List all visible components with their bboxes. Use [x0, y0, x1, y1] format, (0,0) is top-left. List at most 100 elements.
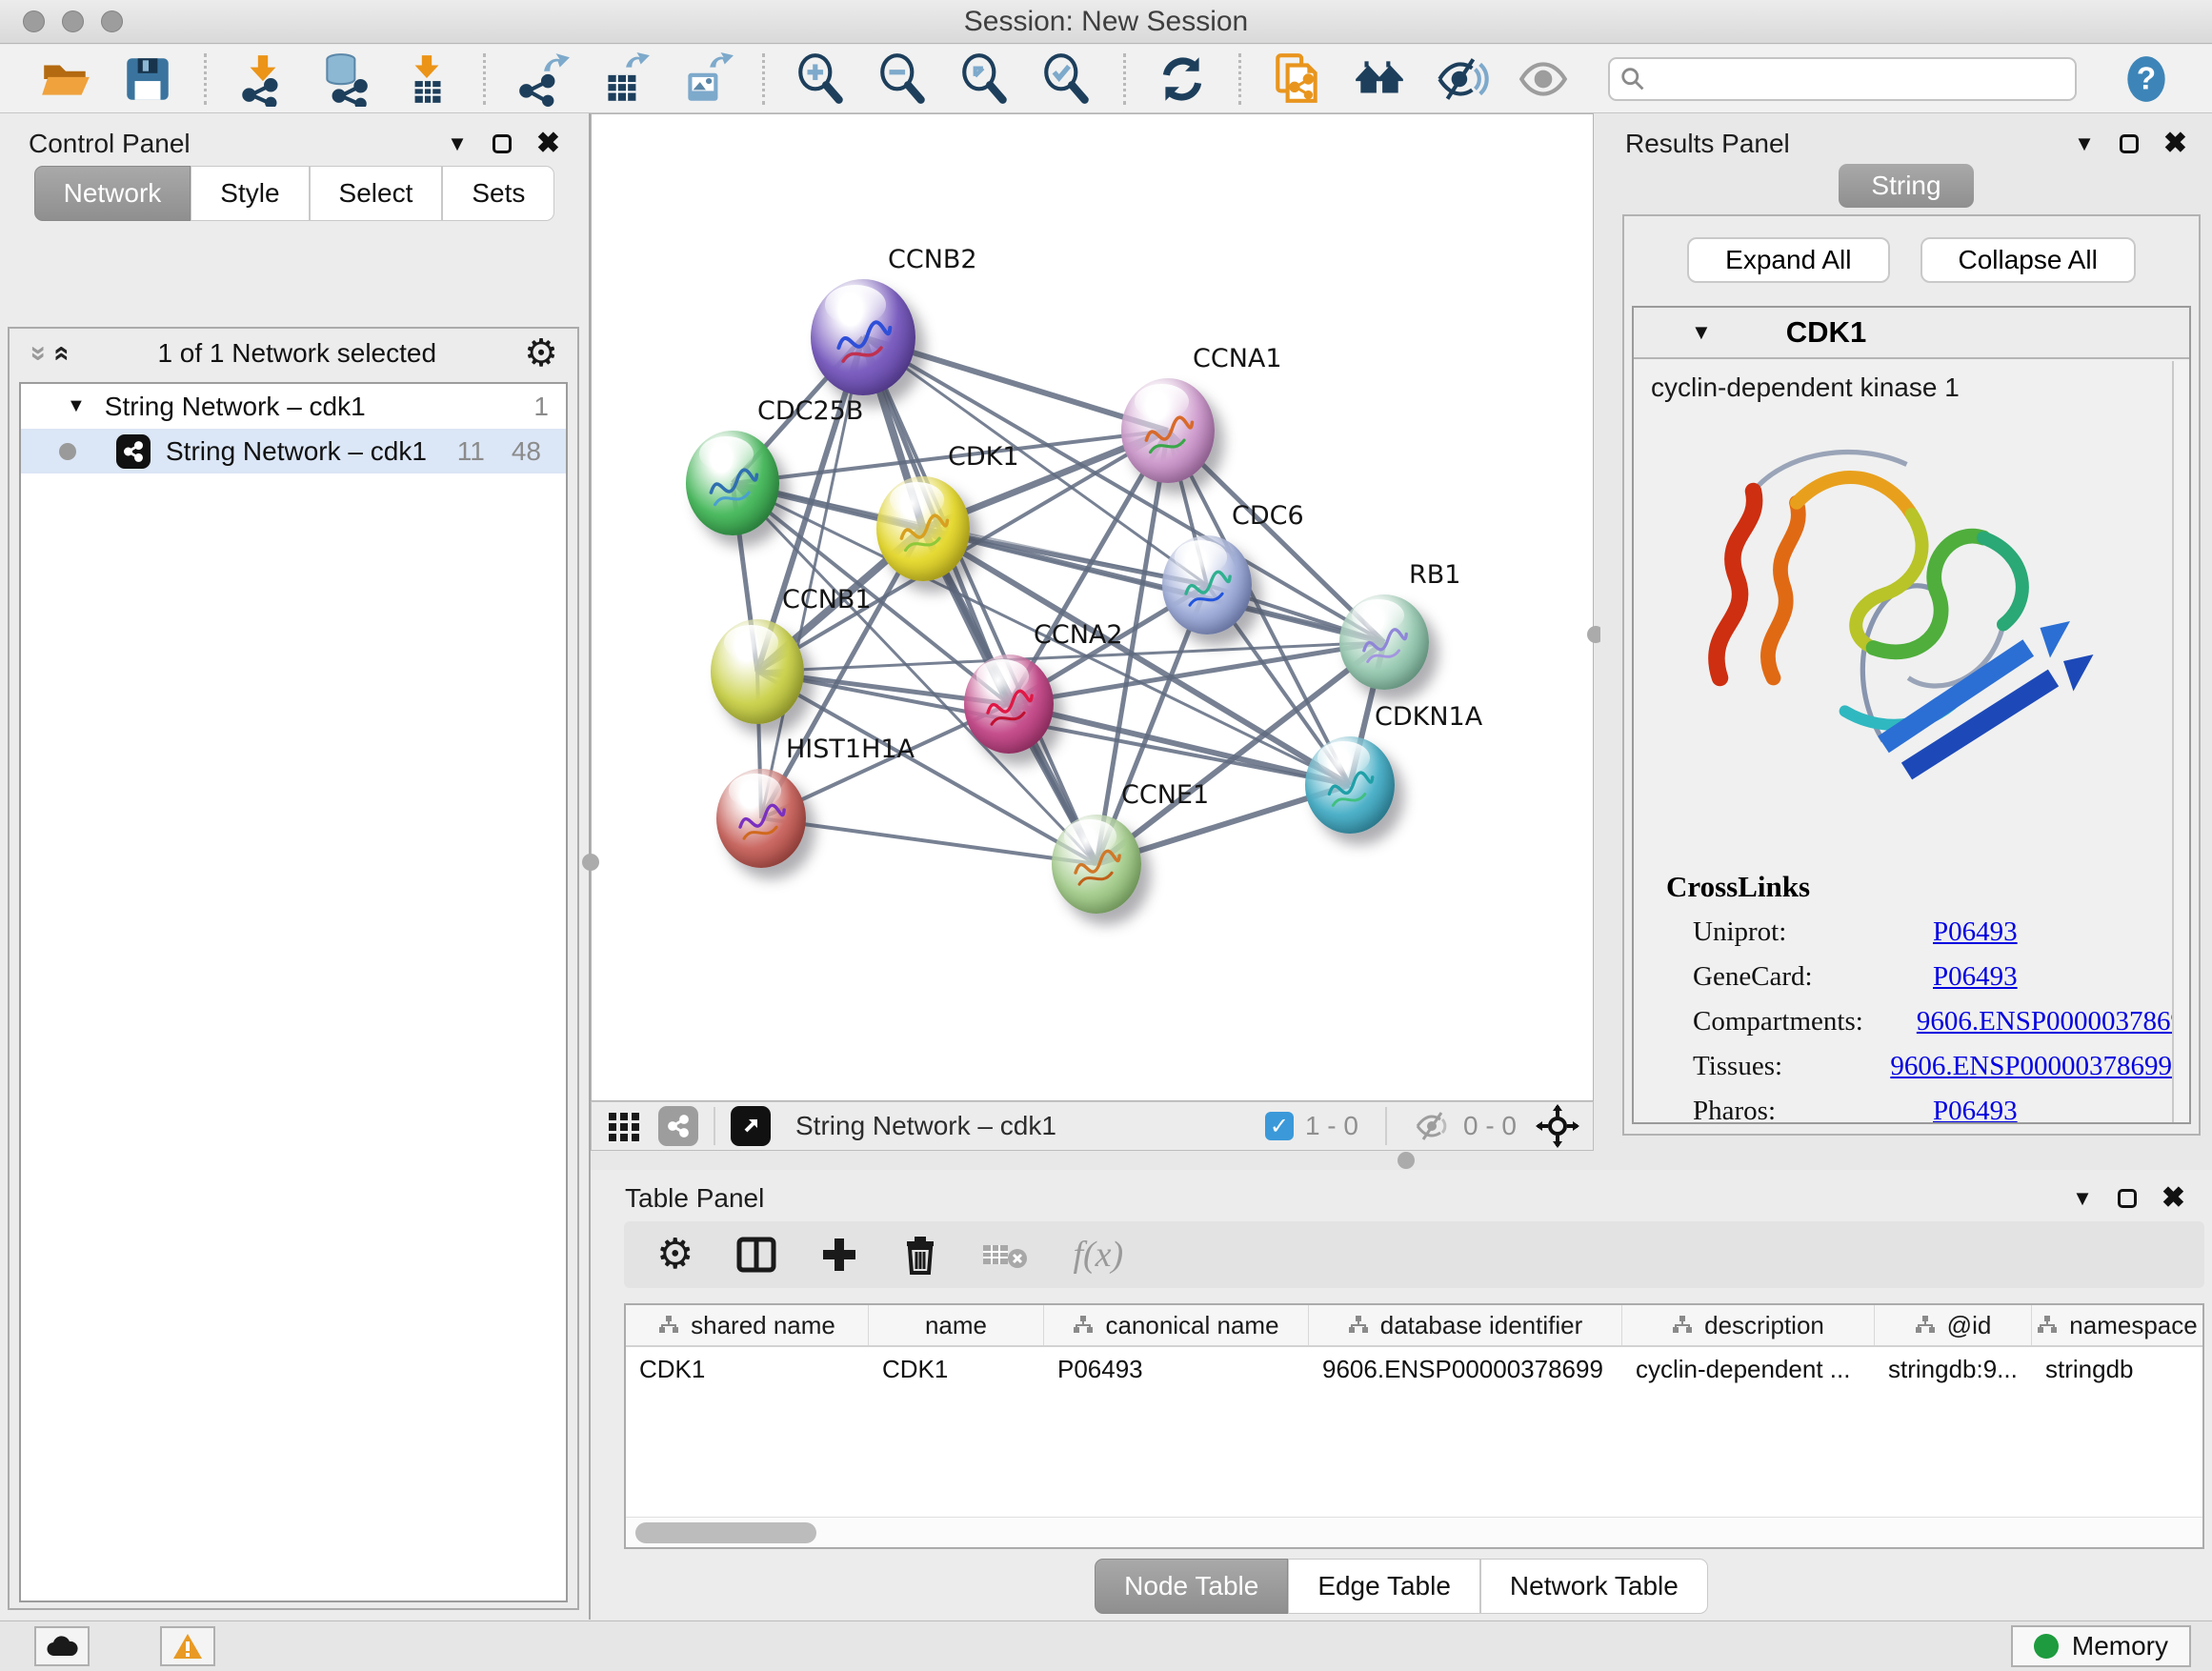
tab-sets[interactable]: Sets — [442, 166, 554, 221]
column-header-shared-name[interactable]: shared name — [626, 1305, 869, 1345]
entry-scrollbar[interactable] — [2172, 361, 2189, 1122]
node-CCNA1[interactable] — [1121, 378, 1215, 483]
zoom-out-button[interactable] — [875, 51, 931, 107]
zoom-selected-button[interactable] — [1039, 51, 1095, 107]
float-panel-icon[interactable] — [493, 134, 512, 153]
add-column-icon[interactable] — [819, 1235, 859, 1275]
column-header-database-identifier[interactable]: database identifier — [1309, 1305, 1622, 1345]
show-all-button[interactable] — [1516, 51, 1571, 107]
node-HIST1H1A[interactable] — [716, 769, 806, 868]
tab-select[interactable]: Select — [310, 166, 443, 221]
birds-eye-view-icon[interactable] — [731, 1106, 771, 1146]
crosslink-link[interactable]: P06493 — [1933, 916, 2018, 948]
table-cell[interactable]: stringdb:9... — [1875, 1347, 2032, 1391]
crosslink-link[interactable]: P06493 — [1933, 961, 2018, 993]
import-network-database-button[interactable] — [317, 51, 372, 107]
table-cell[interactable]: CDK1 — [626, 1347, 869, 1391]
tab-style[interactable]: Style — [191, 166, 309, 221]
edge-CCNB2-CCNE1[interactable] — [863, 337, 1096, 864]
table-cell[interactable]: stringdb — [2032, 1347, 2203, 1391]
first-neighbors-button[interactable] — [1352, 51, 1407, 107]
show-columns-icon[interactable] — [735, 1236, 777, 1274]
expand-all-button[interactable]: Expand All — [1687, 237, 1889, 283]
network-row[interactable]: String Network – cdk1 11 48 — [21, 429, 566, 473]
crosslink-link[interactable]: 9606.ENSP00000378699 — [1917, 1006, 2172, 1037]
hide-selected-button[interactable] — [1434, 51, 1489, 107]
node-CDC6[interactable] — [1162, 535, 1252, 634]
selected-checkbox-icon[interactable]: ✓ — [1265, 1112, 1294, 1140]
node-CCNA2[interactable] — [964, 654, 1054, 754]
help-button[interactable]: ? — [2119, 51, 2174, 107]
import-table-file-button[interactable] — [399, 51, 454, 107]
export-table-button[interactable] — [596, 51, 652, 107]
close-panel-icon[interactable]: ✖ — [2163, 127, 2187, 160]
network-options-gear-icon[interactable]: ⚙ — [524, 334, 558, 372]
tab-string[interactable]: String — [1839, 164, 1973, 208]
column-header-name[interactable]: name — [869, 1305, 1044, 1345]
node-CCNB1[interactable] — [711, 619, 804, 724]
crosslink-link[interactable]: 9606.ENSP00000378699 — [1890, 1051, 2172, 1082]
warnings-button[interactable] — [160, 1626, 215, 1666]
save-session-button[interactable] — [120, 51, 175, 107]
collapse-all-button[interactable]: Collapse All — [1920, 237, 2136, 283]
float-panel-icon[interactable] — [2120, 134, 2139, 153]
float-panel-icon[interactable] — [2118, 1189, 2137, 1208]
import-network-file-button[interactable] — [235, 51, 291, 107]
table-options-gear-icon[interactable]: ⚙ — [656, 1234, 694, 1276]
table-cell[interactable]: cyclin-dependent ... — [1622, 1347, 1875, 1391]
tab-node-table[interactable]: Node Table — [1095, 1559, 1288, 1614]
table-row[interactable]: CDK1CDK1P064939606.ENSP00000378699cyclin… — [626, 1347, 2202, 1391]
tab-edge-table[interactable]: Edge Table — [1288, 1559, 1480, 1614]
table-cell[interactable]: CDK1 — [869, 1347, 1044, 1391]
duplicate-network-button[interactable] — [1270, 51, 1325, 107]
cloud-status-button[interactable] — [34, 1626, 90, 1666]
node-CCNE1[interactable] — [1052, 815, 1141, 914]
crosslink-link[interactable]: P06493 — [1933, 1096, 2018, 1122]
table-cell[interactable]: 9606.ENSP00000378699 — [1309, 1347, 1622, 1391]
close-window-icon[interactable] — [23, 10, 45, 32]
node-CDKN1A[interactable] — [1305, 736, 1395, 834]
collection-expander-icon[interactable]: ▼ — [67, 395, 86, 417]
close-panel-icon[interactable]: ✖ — [536, 127, 560, 160]
node-CDC25B[interactable] — [686, 431, 779, 535]
network-view-type-icon[interactable] — [658, 1106, 698, 1146]
tab-network[interactable]: Network — [34, 166, 191, 221]
network-canvas[interactable]: CCNB2CCNA1CDC25BCDK1CDC6RB1CCNB1CCNA2CDK… — [591, 113, 1594, 1101]
delete-column-trash-icon[interactable] — [901, 1234, 939, 1276]
entry-expander-icon[interactable]: ▼ — [1691, 320, 1712, 345]
panel-menu-icon[interactable]: ▼ — [447, 131, 468, 156]
export-network-button[interactable] — [514, 51, 570, 107]
memory-button[interactable]: Memory — [2011, 1625, 2191, 1667]
panel-menu-icon[interactable]: ▼ — [2074, 131, 2095, 156]
node-RB1[interactable] — [1339, 594, 1429, 690]
center-view-crosshair-icon[interactable] — [1536, 1104, 1579, 1148]
scrollbar-thumb[interactable] — [635, 1522, 816, 1543]
entry-header[interactable]: ▼ CDK1 — [1634, 308, 2189, 359]
node-CCNB2[interactable] — [811, 279, 915, 395]
network-collection-row[interactable]: ▼ String Network – cdk1 1 — [21, 384, 566, 429]
zoom-in-button[interactable] — [794, 51, 849, 107]
node-CDK1[interactable] — [876, 476, 970, 581]
column-header-namespace[interactable]: namespace — [2032, 1305, 2203, 1345]
search-input[interactable] — [1646, 64, 2065, 93]
export-image-button[interactable] — [678, 51, 734, 107]
edge-HIST1H1A-CCNE1[interactable] — [761, 818, 1096, 864]
left-splitter-handle[interactable] — [582, 854, 599, 871]
table-horizontal-scrollbar[interactable] — [626, 1517, 2202, 1547]
minimize-window-icon[interactable] — [62, 10, 84, 32]
column-header-description[interactable]: description — [1622, 1305, 1875, 1345]
bottom-splitter-handle[interactable] — [1398, 1152, 1415, 1169]
close-panel-icon[interactable]: ✖ — [2162, 1181, 2185, 1215]
table-cell[interactable]: P06493 — [1044, 1347, 1309, 1391]
refresh-view-button[interactable] — [1155, 51, 1210, 107]
maximize-window-icon[interactable] — [101, 10, 123, 32]
search-box[interactable] — [1608, 57, 2077, 101]
column-header-canonical-name[interactable]: canonical name — [1044, 1305, 1309, 1345]
tab-network-table[interactable]: Network Table — [1480, 1559, 1708, 1614]
grid-view-icon[interactable] — [605, 1107, 643, 1145]
panel-menu-icon[interactable]: ▼ — [2072, 1186, 2093, 1211]
open-session-button[interactable] — [38, 51, 93, 107]
expand-all-icon[interactable]: « — [46, 346, 78, 362]
column-header-@id[interactable]: @id — [1875, 1305, 2032, 1345]
zoom-fit-button[interactable] — [957, 51, 1013, 107]
